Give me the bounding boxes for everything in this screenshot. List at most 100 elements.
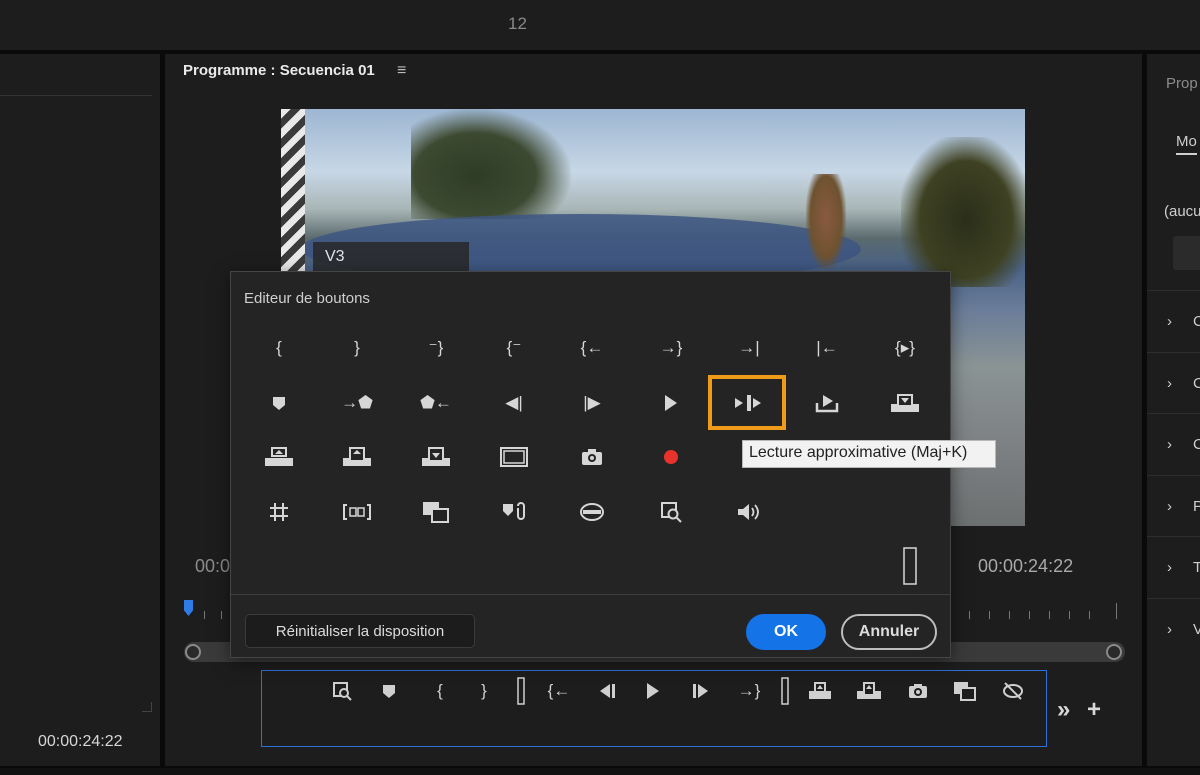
insert-icon[interactable] bbox=[406, 437, 466, 477]
spacer-icon[interactable] bbox=[770, 677, 800, 705]
chevron-right-icon: › bbox=[1167, 313, 1172, 330]
lift-icon[interactable] bbox=[805, 677, 835, 705]
section-row[interactable]: › V bbox=[1147, 598, 1200, 660]
tab-mode[interactable]: Mo bbox=[1176, 133, 1197, 155]
mark-clip-out-icon[interactable]: ⁻} bbox=[406, 328, 466, 368]
go-to-previous-edit-icon[interactable]: |← bbox=[797, 328, 857, 368]
chevron-right-icon: › bbox=[1167, 375, 1172, 392]
mark-in-icon[interactable]: { bbox=[425, 677, 455, 705]
track-label: V3 bbox=[313, 242, 469, 272]
go-to-in-icon[interactable]: {← bbox=[544, 677, 574, 705]
go-to-next-edit-icon[interactable]: →| bbox=[719, 328, 779, 368]
mark-out-icon[interactable]: } bbox=[327, 328, 387, 368]
bottom-strip bbox=[0, 768, 1200, 775]
scrollbar-right-handle[interactable] bbox=[1106, 644, 1122, 660]
section-row[interactable]: › T bbox=[1147, 536, 1200, 598]
play-in-to-out-icon[interactable]: {▸} bbox=[875, 328, 935, 368]
resize-handle[interactable] bbox=[142, 702, 152, 712]
ruler-tick bbox=[969, 611, 970, 619]
play-icon[interactable] bbox=[641, 383, 701, 423]
panel-title: Programme : Secuencia 01 bbox=[183, 62, 375, 79]
chevron-right-icon: › bbox=[1167, 559, 1172, 576]
video-skater bbox=[806, 174, 846, 269]
section-label: C bbox=[1193, 375, 1200, 392]
vr-off-icon[interactable] bbox=[998, 677, 1028, 705]
mark-in-icon[interactable]: { bbox=[249, 328, 309, 368]
spacer-icon[interactable] bbox=[880, 546, 940, 586]
button-editor-add-icon[interactable]: + bbox=[1087, 696, 1101, 724]
more-buttons-icon[interactable]: » bbox=[1057, 696, 1070, 724]
mark-clip-in-icon[interactable]: {⁻ bbox=[484, 328, 544, 368]
ruler-tick bbox=[1069, 611, 1070, 619]
add-marker-icon[interactable] bbox=[249, 383, 309, 423]
step-forward-icon[interactable] bbox=[686, 677, 716, 705]
volume-icon[interactable] bbox=[719, 492, 779, 532]
section-label: T bbox=[1193, 559, 1200, 576]
section-row[interactable]: › P bbox=[1147, 475, 1200, 537]
go-to-out-icon[interactable]: →} bbox=[641, 328, 701, 368]
hamburger-menu-icon[interactable]: ≡ bbox=[397, 62, 406, 80]
top-bar: 12 bbox=[0, 0, 1200, 50]
playhead[interactable] bbox=[184, 600, 193, 616]
play-icon[interactable] bbox=[638, 677, 668, 705]
properties-title: Prop bbox=[1166, 75, 1198, 92]
ruler-tick bbox=[1089, 611, 1090, 619]
zoom-clip-icon[interactable] bbox=[327, 677, 357, 705]
step-back-icon[interactable]: ◀| bbox=[484, 383, 544, 423]
record-icon[interactable] bbox=[641, 437, 701, 477]
camera-icon[interactable] bbox=[562, 437, 622, 477]
zoom-clip-icon[interactable] bbox=[641, 492, 701, 532]
go-to-next-marker-icon[interactable]: →⬟ bbox=[327, 383, 387, 423]
video-tree-left bbox=[411, 109, 571, 219]
dialog-title: Editeur de boutons bbox=[244, 290, 370, 307]
export-frame-icon[interactable] bbox=[797, 383, 857, 423]
divider bbox=[231, 594, 950, 595]
extract-icon[interactable] bbox=[327, 437, 387, 477]
ok-button[interactable]: OK bbox=[746, 614, 826, 650]
go-to-out-icon[interactable]: →} bbox=[734, 677, 764, 705]
lift-icon[interactable] bbox=[249, 437, 309, 477]
divider bbox=[0, 95, 152, 96]
tooltip: Lecture approximative (Maj+K) bbox=[742, 440, 996, 468]
step-forward-icon[interactable]: |▶ bbox=[562, 383, 622, 423]
section-row[interactable]: › C bbox=[1147, 413, 1200, 475]
safe-margins-icon[interactable] bbox=[484, 437, 544, 477]
marker-link-icon[interactable] bbox=[484, 492, 544, 532]
ruler-tick bbox=[1116, 603, 1117, 619]
multi-camera-icon[interactable] bbox=[950, 677, 980, 705]
scrollbar-left-handle[interactable] bbox=[185, 644, 201, 660]
spacer-icon[interactable] bbox=[506, 677, 536, 705]
mark-out-icon[interactable]: } bbox=[469, 677, 499, 705]
frame-number: 12 bbox=[508, 14, 527, 33]
chevron-right-icon: › bbox=[1167, 436, 1172, 453]
go-to-in-icon[interactable]: {← bbox=[562, 328, 622, 368]
reset-layout-button[interactable]: Réinitialiser la disposition bbox=[245, 614, 475, 648]
video-tree-right bbox=[901, 137, 1025, 287]
camera-icon[interactable] bbox=[903, 677, 933, 705]
play-around-icon[interactable] bbox=[719, 383, 779, 423]
cancel-button[interactable]: Annuler bbox=[841, 614, 937, 650]
ruler-tick bbox=[204, 611, 205, 619]
ruler-tick bbox=[1029, 611, 1030, 619]
step-back-icon[interactable] bbox=[592, 677, 622, 705]
section-label: V bbox=[1193, 621, 1200, 638]
section-label: C bbox=[1193, 436, 1200, 453]
add-marker-icon[interactable] bbox=[374, 677, 404, 705]
timecode-out: 00:00:24:22 bbox=[978, 556, 1074, 576]
section-label: C bbox=[1193, 313, 1200, 330]
safe-zone-hatch bbox=[281, 109, 305, 277]
vr-icon[interactable] bbox=[562, 492, 622, 532]
multi-camera-icon[interactable] bbox=[406, 492, 466, 532]
overwrite-icon[interactable] bbox=[875, 383, 935, 423]
timecode-in[interactable]: 00:0 bbox=[195, 556, 230, 577]
go-to-previous-marker-icon[interactable]: ⬟← bbox=[406, 383, 466, 423]
hash-grid-icon[interactable] bbox=[249, 492, 309, 532]
trim-icon[interactable] bbox=[327, 492, 387, 532]
ruler-tick bbox=[989, 611, 990, 619]
section-row[interactable]: › C bbox=[1147, 352, 1200, 414]
no-selection-label: (aucu bbox=[1164, 203, 1200, 220]
extract-icon[interactable] bbox=[854, 677, 884, 705]
section-row[interactable]: › C bbox=[1147, 290, 1200, 352]
property-field[interactable] bbox=[1173, 236, 1200, 270]
chevron-right-icon: › bbox=[1167, 498, 1172, 515]
